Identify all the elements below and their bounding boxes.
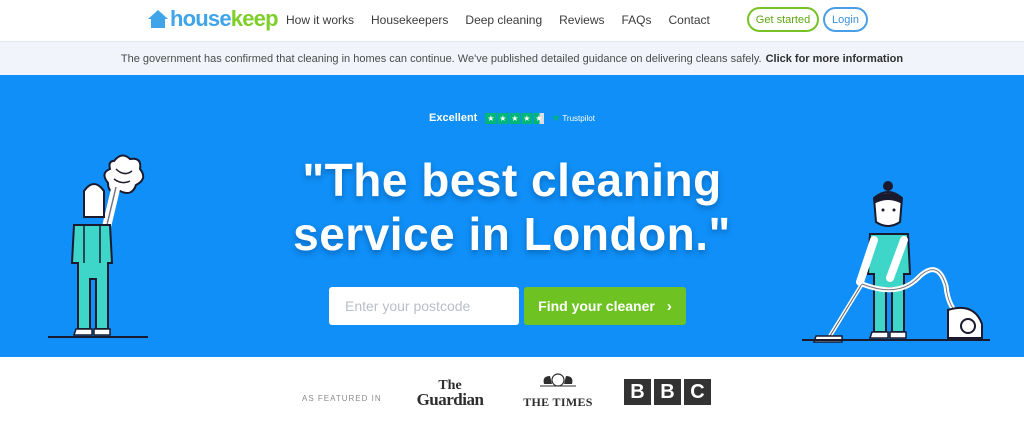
trustpilot-text: Trustpilot [562, 113, 595, 123]
star-icon: ★ [497, 112, 509, 124]
nav-reviews[interactable]: Reviews [559, 13, 604, 27]
trustpilot-rating[interactable]: Excellent ★ ★ ★ ★ ★ ★ Trustpilot [0, 112, 1024, 124]
hero-section: Excellent ★ ★ ★ ★ ★ ★ Trustpilot "The be… [0, 75, 1024, 357]
star-icon: ★ [485, 112, 497, 124]
featured-in-label: AS FEATURED IN [302, 394, 382, 403]
guardian-line-2: Guardian [416, 390, 484, 409]
bbc-letter-b2: B [654, 379, 681, 405]
logo-text-house: house [170, 6, 232, 31]
get-started-button[interactable]: Get started [747, 7, 819, 32]
rating-label: Excellent [429, 112, 478, 124]
nav-contact[interactable]: Contact [669, 13, 710, 27]
covid-notice-banner[interactable]: The government has confirmed that cleani… [0, 42, 1024, 75]
times-crest-icon [540, 373, 576, 387]
half-star-icon: ★ [533, 112, 545, 124]
trustpilot-logo: ★ Trustpilot [551, 113, 595, 124]
times-wordmark: THE TIMES [523, 395, 593, 409]
bbc-logo: B B C [624, 379, 714, 405]
find-cleaner-label: Find your cleaner [538, 298, 655, 314]
find-cleaner-button[interactable]: Find your cleaner › [524, 287, 686, 325]
login-button[interactable]: Login [823, 7, 868, 32]
site-header: housekeep How it works Housekeepers Deep… [0, 0, 1024, 42]
postcode-input[interactable] [329, 287, 519, 325]
nav-how-it-works[interactable]: How it works [286, 13, 354, 27]
house-logo-icon [148, 10, 168, 28]
rating-stars: ★ ★ ★ ★ ★ [485, 112, 545, 124]
cleaner-vacuuming-illustration [802, 181, 990, 343]
star-icon: ★ [521, 112, 533, 124]
housekeep-logo[interactable]: housekeep [147, 6, 279, 32]
bbc-letter-b1: B [624, 379, 651, 405]
nav-housekeepers[interactable]: Housekeepers [371, 13, 448, 27]
logo-wordmark: housekeep [170, 6, 279, 32]
nav-deep-cleaning[interactable]: Deep cleaning [465, 13, 542, 27]
chevron-right-icon: › [666, 297, 672, 315]
logo-text-keep: keep [230, 6, 279, 31]
trustpilot-star-icon: ★ [551, 112, 561, 124]
bbc-letter-c: C [684, 379, 711, 405]
star-icon: ★ [509, 112, 521, 124]
the-times-logo: THE TIMES [522, 372, 594, 410]
nav-faqs[interactable]: FAQs [622, 13, 652, 27]
featured-in-section: AS FEATURED IN The Guardian THE TIMES B … [0, 357, 1024, 431]
cleaner-wiping-illustration [48, 154, 148, 338]
notice-link[interactable]: Click for more information [766, 53, 904, 65]
guardian-logo: The Guardian [410, 379, 490, 409]
main-nav: How it works Housekeepers Deep cleaning … [286, 0, 727, 40]
notice-text: The government has confirmed that cleani… [120, 52, 762, 65]
